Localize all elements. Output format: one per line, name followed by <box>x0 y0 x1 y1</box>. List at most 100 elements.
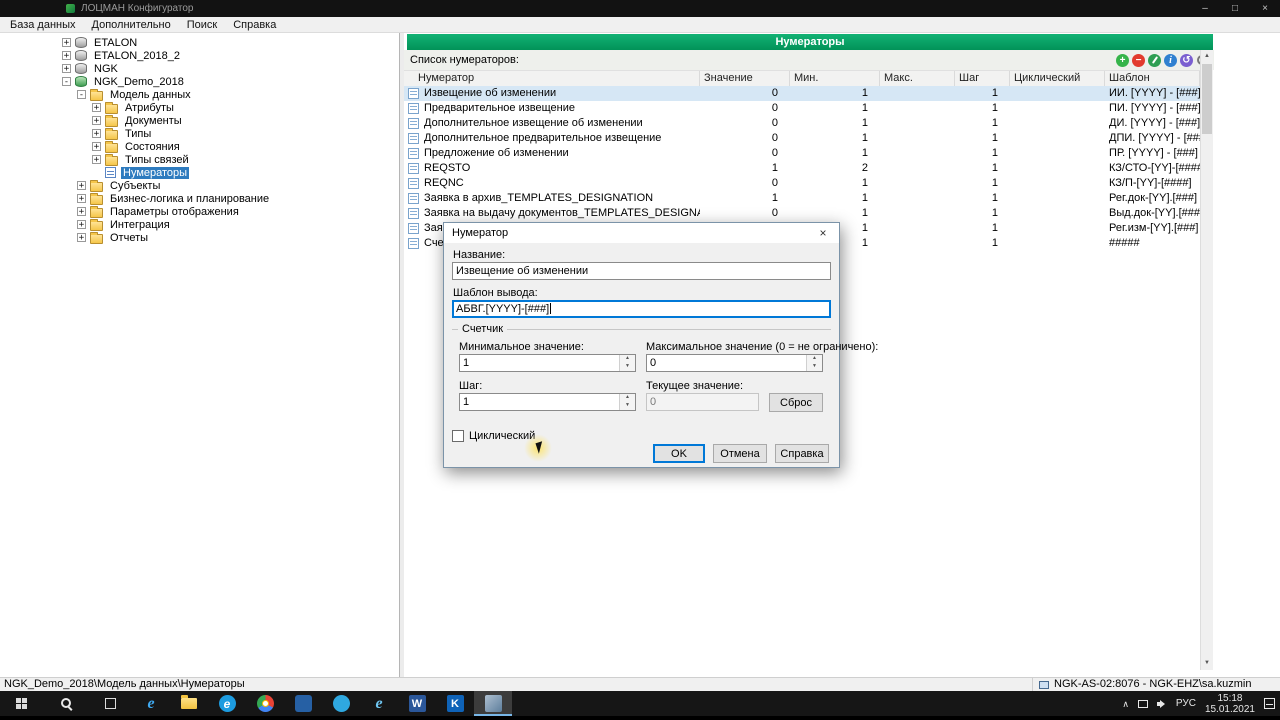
table-row[interactable]: Дополнительное извещение об изменении 0 1 1… <box>404 116 1200 131</box>
taskbar-app-ie-2[interactable]: e <box>360 691 398 716</box>
tree-expander-icon[interactable]: - <box>62 77 71 87</box>
column-header[interactable]: Нумератор <box>404 71 700 86</box>
spin-up-icon[interactable] <box>620 355 635 363</box>
vertical-scrollbar[interactable] <box>1200 50 1213 670</box>
scroll-thumb[interactable] <box>1202 64 1212 134</box>
max-value-spinner[interactable]: 0 <box>646 354 823 372</box>
tree-item[interactable]: - Модель данных <box>0 88 399 101</box>
tree-expander-icon[interactable]: + <box>77 220 86 230</box>
min-value-spinner[interactable]: 1 <box>459 354 636 372</box>
tree-expander-icon[interactable]: + <box>92 116 101 126</box>
tree-item[interactable]: + Интеграция <box>0 218 399 231</box>
column-header[interactable]: Значение <box>700 71 790 86</box>
close-icon[interactable]: × <box>1250 0 1280 17</box>
cancel-button[interactable]: Отмена <box>713 444 767 463</box>
taskbar-app-lotsman[interactable] <box>474 691 512 716</box>
tree-expander-icon[interactable]: + <box>77 181 86 191</box>
table-row[interactable]: REQNC 0 1 1 КЗ/П-[YY]-[####] <box>404 176 1200 191</box>
table-row[interactable]: Извещение об изменении 0 1 1 ИИ. [YYYY] - [#… <box>404 86 1200 101</box>
minimize-icon[interactable]: – <box>1190 0 1220 17</box>
start-button[interactable] <box>0 691 44 716</box>
tree-expander-icon[interactable]: + <box>62 51 71 61</box>
tree-expander-icon[interactable]: - <box>77 90 86 100</box>
tree-item[interactable]: + Параметры отображения <box>0 205 399 218</box>
tree-item[interactable]: + Субъекты <box>0 179 399 192</box>
taskbar-app-ie[interactable]: e <box>132 691 170 716</box>
menu-item-database[interactable]: База данных <box>2 19 84 31</box>
network-icon[interactable] <box>1137 699 1148 708</box>
taskbar-app-file-explorer[interactable] <box>170 691 208 716</box>
tree-item[interactable]: + Типы <box>0 127 399 140</box>
tree-expander-icon[interactable]: + <box>92 155 101 165</box>
tree-item[interactable]: + Документы <box>0 114 399 127</box>
menu-item-extra[interactable]: Дополнительно <box>84 19 179 31</box>
table-row[interactable]: Заявка на выдачу документов_TEMPLATES_DE… <box>404 206 1200 221</box>
help-button[interactable]: Справка <box>775 444 829 463</box>
column-header[interactable]: Циклический <box>1010 71 1105 86</box>
tree-item[interactable]: + Отчеты <box>0 231 399 244</box>
table-row[interactable]: REQSTO 1 2 1 КЗ/СТО-[YY]-[####] <box>404 161 1200 176</box>
taskbar-app-blue-2[interactable] <box>322 691 360 716</box>
column-header[interactable]: Мин. <box>790 71 880 86</box>
reset-button[interactable]: Сброс <box>769 393 823 412</box>
tree-expander-icon[interactable]: + <box>92 129 101 139</box>
volume-icon[interactable] <box>1156 699 1167 709</box>
task-view-button[interactable] <box>88 691 132 716</box>
edit-button[interactable] <box>1148 53 1161 67</box>
taskbar-search-button[interactable] <box>44 691 88 716</box>
template-input[interactable]: АБВГ.[YYYY]-[###] <box>452 300 831 318</box>
tree-item[interactable]: + Состояния <box>0 140 399 153</box>
delete-button[interactable]: − <box>1132 53 1145 67</box>
taskbar-app-blue-1[interactable] <box>284 691 322 716</box>
info-button[interactable]: i <box>1164 53 1177 67</box>
maximize-icon[interactable]: □ <box>1220 0 1250 17</box>
table-row[interactable]: Предварительное извещение 0 1 1 ПИ. [YYYY] -… <box>404 101 1200 116</box>
spin-down-icon[interactable] <box>620 363 635 371</box>
taskbar-app-chrome[interactable] <box>246 691 284 716</box>
tree-item[interactable]: + Атрибуты <box>0 101 399 114</box>
taskbar-app-edge[interactable]: e <box>208 691 246 716</box>
menu-item-help[interactable]: Справка <box>225 19 284 31</box>
checkbox-box[interactable] <box>452 429 464 442</box>
tree-item[interactable]: + Бизнес-логика и планирование <box>0 192 399 205</box>
table-row[interactable]: Заявка в архив_TEMPLATES_DESIGNATION 1 1 1 Р… <box>404 191 1200 206</box>
scroll-up-icon[interactable] <box>1201 50 1213 63</box>
ok-button[interactable]: OK <box>653 444 705 463</box>
tree-item[interactable]: Нумераторы <box>0 166 399 179</box>
column-header[interactable]: Макс. <box>880 71 955 86</box>
tree-item[interactable]: + Типы связей <box>0 153 399 166</box>
tree-item[interactable]: + NGK <box>0 62 399 75</box>
taskbar-app-kompas[interactable]: K <box>436 691 474 716</box>
add-button[interactable]: + <box>1116 53 1129 67</box>
spin-down-icon[interactable] <box>807 363 822 371</box>
cyclic-checkbox[interactable]: Циклический <box>452 429 535 442</box>
tree-item[interactable]: + ETALON_2018_2 <box>0 49 399 62</box>
tree-item[interactable]: + ETALON <box>0 36 399 49</box>
name-input[interactable]: Извещение об изменении <box>452 262 831 280</box>
tree-expander-icon[interactable]: + <box>92 142 101 152</box>
tree-item[interactable]: - NGK_Demo_2018 <box>0 75 399 88</box>
spin-up-icon[interactable] <box>620 394 635 402</box>
column-header[interactable]: Шаг <box>955 71 1010 86</box>
tree-expander-icon[interactable]: + <box>62 64 71 74</box>
dialog-close-icon[interactable]: × <box>807 223 839 243</box>
tree-expander-icon[interactable]: + <box>77 207 86 217</box>
tree-expander-icon[interactable]: + <box>62 38 71 48</box>
scroll-down-icon[interactable] <box>1201 657 1213 670</box>
taskbar-clock[interactable]: 15:18 15.01.2021 <box>1205 693 1255 715</box>
taskbar-app-word[interactable]: W <box>398 691 436 716</box>
tray-chevron-icon[interactable] <box>1122 698 1129 710</box>
action-center-icon[interactable] <box>1264 698 1275 709</box>
table-row[interactable]: Предложение об изменении 0 1 1 ПР. [YYYY] - … <box>404 146 1200 161</box>
refresh-button[interactable]: ↺ <box>1180 53 1193 67</box>
language-indicator[interactable]: РУС <box>1176 698 1196 709</box>
tree-expander-icon[interactable]: + <box>77 233 86 243</box>
table-row[interactable]: Дополнительное предварительное извещение… <box>404 131 1200 146</box>
tree-expander-icon[interactable]: + <box>92 103 101 113</box>
tree-expander-icon[interactable]: + <box>77 194 86 204</box>
column-header[interactable]: Шаблон <box>1105 71 1200 86</box>
menu-item-search[interactable]: Поиск <box>179 19 225 31</box>
spin-down-icon[interactable] <box>620 402 635 410</box>
step-spinner[interactable]: 1 <box>459 393 636 411</box>
spin-up-icon[interactable] <box>807 355 822 363</box>
